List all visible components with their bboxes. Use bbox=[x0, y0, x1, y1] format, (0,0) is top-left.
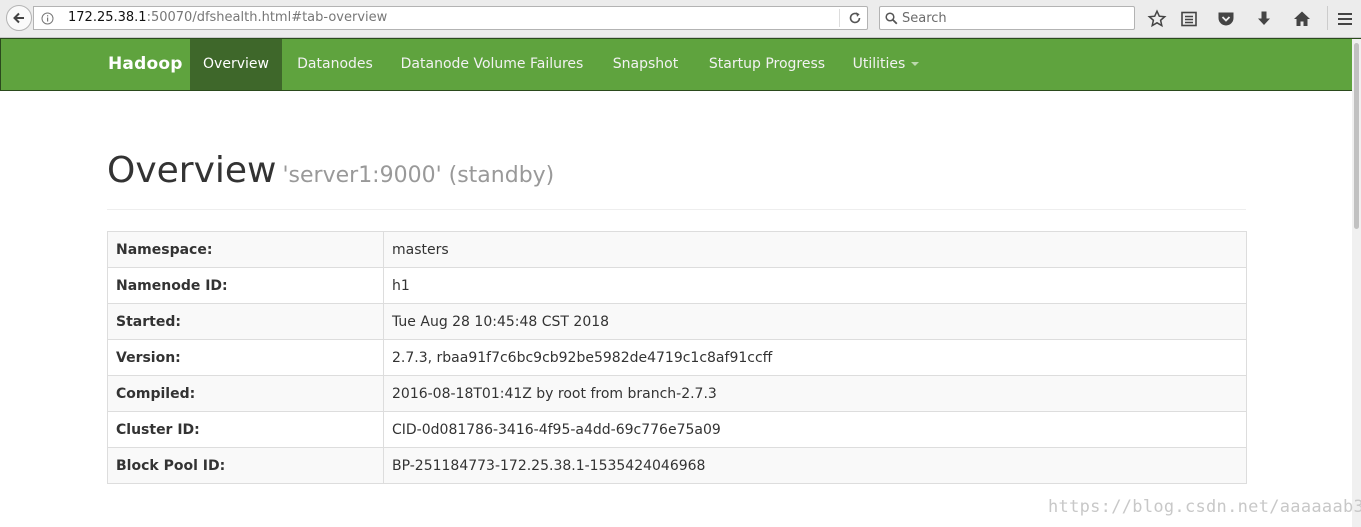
nav-tab-datanode-volume-failures[interactable]: Datanode Volume Failures bbox=[388, 39, 596, 90]
row-label: Compiled: bbox=[107, 375, 384, 412]
row-label: Cluster ID: bbox=[107, 411, 384, 448]
search-box[interactable] bbox=[879, 6, 1135, 30]
table-row: Cluster ID: CID-0d081786-3416-4f95-a4dd-… bbox=[107, 411, 1247, 448]
row-label: Namenode ID: bbox=[107, 267, 384, 304]
site-info-icon[interactable] bbox=[41, 12, 54, 25]
pocket-icon[interactable] bbox=[1216, 9, 1236, 29]
row-value: BP-251184773-172.25.38.1-1535424046968 bbox=[383, 447, 1247, 484]
url-path: :50070/dfshealth.html#tab-overview bbox=[146, 10, 388, 25]
table-row: Version: 2.7.3, rbaa91f7c6bc9cb92be5982d… bbox=[107, 339, 1247, 376]
download-icon[interactable] bbox=[1254, 9, 1274, 29]
table-row: Block Pool ID: BP-251184773-172.25.38.1-… bbox=[107, 447, 1247, 484]
search-input[interactable] bbox=[902, 9, 1127, 27]
home-icon[interactable] bbox=[1292, 9, 1312, 29]
watermark: https://blog.csdn.net/aaaaaab3 bbox=[1048, 497, 1361, 517]
back-button[interactable] bbox=[6, 5, 32, 31]
row-value: h1 bbox=[383, 267, 1247, 304]
row-value: Tue Aug 28 10:45:48 CST 2018 bbox=[383, 303, 1247, 340]
navbar: Hadoop Overview Datanodes Datanode Volum… bbox=[0, 38, 1361, 91]
row-value: masters bbox=[383, 231, 1247, 268]
scrollbar-thumb[interactable] bbox=[1354, 43, 1359, 229]
nav-tab-utilities[interactable]: Utilities bbox=[839, 39, 933, 90]
row-value: 2016-08-18T01:41Z by root from branch-2.… bbox=[383, 375, 1247, 412]
nav-tab-utilities-label: Utilities bbox=[852, 56, 906, 72]
back-arrow-icon bbox=[13, 12, 24, 24]
page-subtitle: 'server1:9000' (standby) bbox=[282, 163, 555, 188]
table-row: Compiled: 2016-08-18T01:41Z by root from… bbox=[107, 375, 1247, 412]
caret-down-icon bbox=[911, 62, 920, 66]
reading-list-icon[interactable] bbox=[1179, 9, 1199, 29]
row-value: 2.7.3, rbaa91f7c6bc9cb92be5982de4719c1c8… bbox=[383, 339, 1247, 376]
reload-icon[interactable] bbox=[848, 11, 862, 25]
search-icon bbox=[885, 12, 898, 25]
table-row: Started: Tue Aug 28 10:45:48 CST 2018 bbox=[107, 303, 1247, 340]
url-bar[interactable]: 172.25.38.1:50070/dfshealth.html#tab-ove… bbox=[33, 6, 868, 30]
toolbar-divider bbox=[1327, 6, 1328, 30]
table-row: Namenode ID: h1 bbox=[107, 267, 1247, 304]
overview-table: Namespace: masters Namenode ID: h1 Start… bbox=[107, 231, 1247, 484]
bookmark-star-icon[interactable] bbox=[1147, 9, 1167, 29]
nav-tab-snapshot[interactable]: Snapshot bbox=[596, 39, 695, 90]
nav-tab-startup-progress[interactable]: Startup Progress bbox=[695, 39, 839, 90]
url-host: 172.25.38.1 bbox=[68, 10, 147, 25]
row-label: Block Pool ID: bbox=[107, 447, 384, 484]
brand-logo[interactable]: Hadoop bbox=[108, 39, 183, 90]
browser-toolbar: 172.25.38.1:50070/dfshealth.html#tab-ove… bbox=[0, 0, 1361, 38]
url-divider bbox=[839, 9, 840, 27]
vertical-scrollbar[interactable] bbox=[1352, 39, 1361, 527]
nav-tab-datanodes[interactable]: Datanodes bbox=[282, 39, 388, 90]
url-text: 172.25.38.1:50070/dfshealth.html#tab-ove… bbox=[68, 7, 387, 29]
menu-icon[interactable] bbox=[1335, 9, 1355, 29]
row-value: CID-0d081786-3416-4f95-a4dd-69c776e75a09 bbox=[383, 411, 1247, 448]
page-title-text: Overview bbox=[107, 150, 277, 191]
page-header: Overview'server1:9000' (standby) bbox=[107, 142, 1246, 210]
row-label: Started: bbox=[107, 303, 384, 340]
table-row: Namespace: masters bbox=[107, 231, 1247, 268]
row-label: Namespace: bbox=[107, 231, 384, 268]
page-title: Overview'server1:9000' (standby) bbox=[107, 150, 554, 191]
row-label: Version: bbox=[107, 339, 384, 376]
nav-tab-overview[interactable]: Overview bbox=[190, 39, 282, 90]
